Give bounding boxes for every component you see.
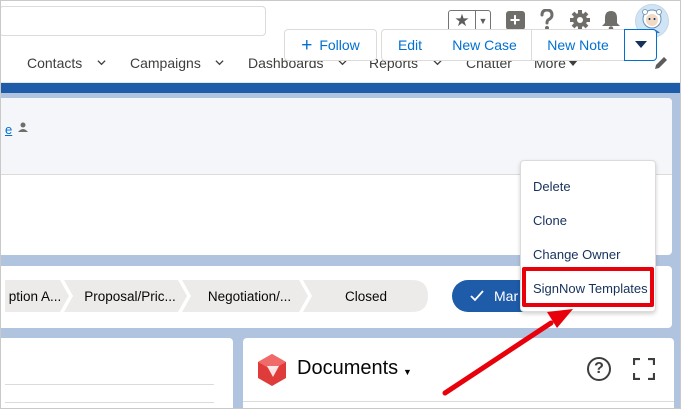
plus-icon: + [301,34,313,56]
documents-title[interactable]: Documents [297,357,398,380]
caret-down-icon [634,41,647,48]
question-mark-icon [540,9,554,30]
nav-item-campaigns[interactable]: Campaigns [130,43,224,83]
edit-button[interactable]: Edit [381,29,439,61]
nav-item-label: Contacts [27,55,83,71]
menu-item-change-owner[interactable]: Change Owner [521,238,655,270]
gear-icon [570,10,590,30]
plus-icon: + [505,10,525,30]
annotation-highlight-box [522,267,654,307]
chevron-down-icon[interactable] [215,58,224,67]
new-note-label: New Note [547,37,609,53]
record-owner-link[interactable]: e [5,122,12,137]
menu-item-clone[interactable]: Clone [521,204,655,236]
details-card [1,338,233,408]
path-step-label: Closed [344,288,388,304]
signnow-logo-icon [258,354,286,386]
follow-button[interactable]: + Follow [284,29,377,61]
brand-band [1,83,680,93]
menu-item-delete[interactable]: Delete [521,170,655,202]
path-step-label: Proposal/Pric... [84,288,176,304]
bell-icon [602,11,620,31]
divider [243,401,674,402]
chevron-down-icon[interactable] [97,58,106,67]
new-case-button[interactable]: New Case [438,29,532,61]
user-change-icon [18,122,28,132]
global-search-input[interactable] [1,6,266,36]
change-owner-icon[interactable] [17,121,29,136]
mark-button-label: Mar [494,288,519,304]
checkmark-icon [470,290,484,302]
help-icon[interactable]: ? [587,357,611,381]
new-case-label: New Case [452,37,517,53]
expand-icon[interactable] [633,358,655,380]
path-step-label: ption A... [8,288,62,304]
divider [5,384,214,385]
follow-label: Follow [319,37,360,53]
new-note-button[interactable]: New Note [531,29,625,61]
favorites-dropdown-icon[interactable]: ▼ [476,11,490,31]
caret-down-icon[interactable]: ▼ [403,367,412,377]
app-window: ★ ▼ + Contacts Campaigns Dashboards Repo… [0,0,681,409]
divider [5,402,214,403]
edit-label: Edit [397,37,423,53]
nav-item-label: Campaigns [130,55,201,71]
nav-item-contacts[interactable]: Contacts [27,43,106,83]
path-step-label: Negotiation/... [207,288,292,304]
favorite-star-icon[interactable]: ★ [449,11,476,31]
show-more-actions-button[interactable] [624,29,657,61]
